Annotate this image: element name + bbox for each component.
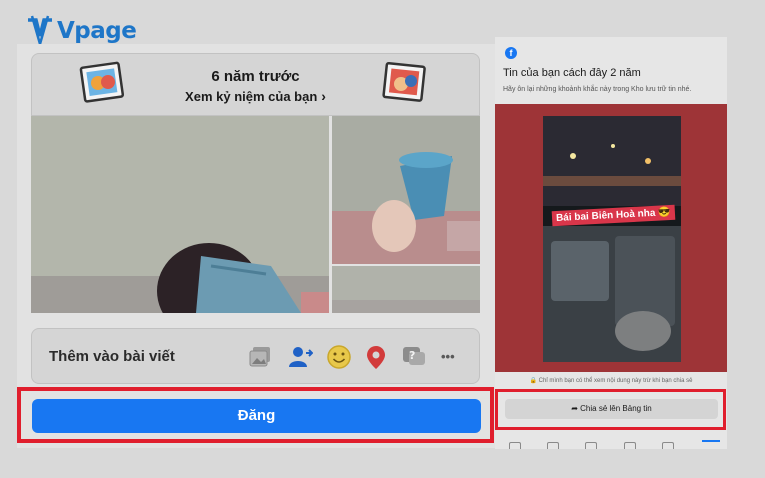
add-to-post-bar: Thêm vào bài viết ? •••	[31, 328, 480, 384]
bottom-tab-bar	[495, 432, 727, 449]
privacy-note: 🔒 Chỉ mình bạn có thể xem nội dung này t…	[529, 378, 693, 384]
photo-image	[332, 266, 480, 313]
notifications-tab-icon[interactable]	[662, 442, 674, 449]
memory-photo-bottom-right[interactable]	[332, 266, 480, 313]
vpage-logo-icon	[28, 15, 52, 48]
emoji-icon[interactable]	[326, 344, 352, 370]
story-memory-subtitle: Hãy ôn lại những khoảnh khắc này trong K…	[503, 86, 692, 93]
add-to-post-label: Thêm vào bài viết	[49, 348, 175, 365]
story-memory-title: Tin của bạn cách đây 2 năm	[503, 67, 641, 79]
facebook-icon: f	[505, 47, 517, 59]
story-photo[interactable]	[543, 116, 681, 362]
watch-tab-icon[interactable]	[585, 442, 597, 449]
memory-frame-icon	[382, 61, 426, 102]
menu-tab-active-indicator	[702, 440, 720, 442]
question-icon[interactable]: ?	[401, 344, 427, 370]
vpage-logo: Vpage	[26, 14, 137, 48]
home-tab-icon[interactable]	[509, 442, 521, 449]
memory-subtitle: Xem kỷ niệm của bạn	[185, 89, 318, 104]
memory-photo-main[interactable]	[31, 116, 329, 313]
photo-image	[31, 116, 329, 313]
memory-photo-top-right[interactable]	[332, 116, 480, 264]
svg-text:?: ?	[409, 349, 415, 362]
photo-image	[332, 116, 480, 264]
tag-people-icon[interactable]	[287, 344, 313, 370]
highlight-box	[17, 387, 494, 443]
highlight-box	[495, 389, 726, 430]
marketplace-tab-icon[interactable]	[624, 442, 636, 449]
location-icon[interactable]	[363, 344, 389, 370]
chevron-right-icon: ›	[321, 88, 326, 104]
friends-tab-icon[interactable]	[547, 442, 559, 449]
photo-icon[interactable]	[247, 344, 273, 370]
story-image	[543, 116, 681, 362]
vpage-logo-text: Vpage	[57, 18, 137, 44]
more-icon[interactable]: •••	[441, 344, 467, 370]
memory-card[interactable]: 6 năm trước Xem kỷ niệm của bạn ›	[31, 53, 480, 116]
